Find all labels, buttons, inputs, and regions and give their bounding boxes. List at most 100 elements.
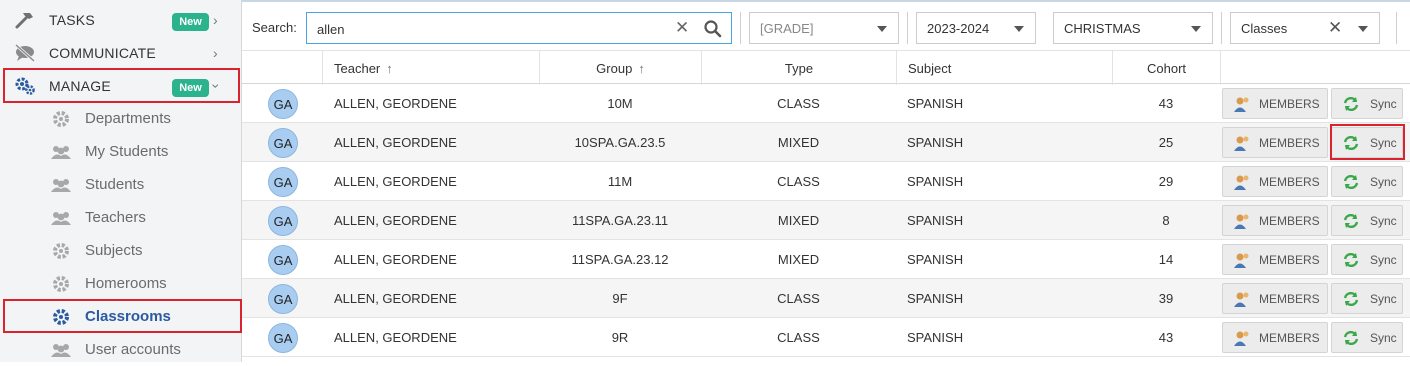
caret-down-icon [1014,26,1024,32]
members-button[interactable]: MEMBERS [1222,205,1328,236]
avatar: GA [268,89,298,119]
type-select[interactable]: Classes ✕ [1230,12,1380,44]
header-cohort-label: Cohort [1146,60,1187,76]
subject-cell: SPANISH [907,251,964,267]
cohort-cell: 25 [1158,134,1174,150]
teacher-cell: ALLEN, GEORDENE [334,212,457,228]
sidebar-item-user-accounts[interactable]: User accounts [0,333,240,366]
nav-tasks-label: TASKS [49,11,95,28]
users-icon [51,212,71,225]
avatar: GA [268,323,298,353]
new-badge: New [172,13,209,31]
cohort-cell: 43 [1158,329,1174,345]
members-button[interactable]: MEMBERS [1222,283,1328,314]
table-row[interactable]: GA ALLEN, GEORDENE 11SPA.GA.23.11 MIXED … [242,201,1410,240]
cohort-cell: 8 [1162,212,1170,228]
header-group-label: Group [596,60,633,76]
members-button[interactable]: MEMBERS [1222,244,1328,275]
header-type[interactable]: Type [701,51,896,85]
chevron-right-icon: › [213,45,218,61]
highlight-box [1330,124,1405,160]
grade-select[interactable]: [GRADE] [749,12,899,44]
subject-cell: SPANISH [907,329,964,345]
sidebar-item-departments[interactable]: Departments [0,102,240,135]
table-row[interactable]: GA ALLEN, GEORDENE 9R CLASS SPANISH 43 M… [242,318,1410,357]
sync-button[interactable]: Sync [1331,322,1403,353]
nav-tasks[interactable]: TASKS New › [0,3,240,36]
sidebar-item-subjects[interactable]: Subjects [0,234,240,267]
sidebar-item-my-students[interactable]: My Students [0,135,240,168]
sidebar: TASKS New › COMMUNICATE › MANAGE New › D… [0,0,242,362]
header-group[interactable]: Group ↑ [539,51,701,85]
members-icon [1234,253,1249,268]
highlight-box [3,299,242,333]
gear-icon [53,111,69,127]
nav-communicate[interactable]: COMMUNICATE › [0,36,240,69]
members-button[interactable]: MEMBERS [1222,322,1328,353]
header-teacher-label: Teacher [334,60,381,76]
sync-button[interactable]: Sync [1331,88,1403,119]
sync-button[interactable]: Sync [1331,283,1403,314]
year-select[interactable]: 2023-2024 [916,12,1036,44]
search-input[interactable] [317,19,657,39]
sync-button[interactable]: Sync [1331,205,1403,236]
term-select-value: CHRISTMAS [1064,21,1141,36]
sidebar-item-label: Teachers [85,209,146,226]
sync-button[interactable]: Sync [1331,166,1403,197]
sidebar-item-students[interactable]: Students [0,168,240,201]
teacher-cell: ALLEN, GEORDENE [334,134,457,150]
header-teacher[interactable]: Teacher ↑ [322,51,539,85]
table-row[interactable]: GA ALLEN, GEORDENE 9F CLASS SPANISH 39 M… [242,279,1410,318]
teacher-cell: ALLEN, GEORDENE [334,173,457,189]
table-header: Teacher ↑ Group ↑ Type Subject Cohort [242,50,1410,85]
members-icon [1234,97,1249,112]
header-cohort[interactable]: Cohort [1112,51,1220,85]
sync-label: Sync [1370,96,1397,111]
grade-select-value: [GRADE] [760,21,814,36]
caret-down-icon [1191,26,1201,32]
sync-icon [1343,330,1359,345]
members-button[interactable]: MEMBERS [1222,88,1328,119]
clear-search-icon[interactable]: ✕ [675,18,689,38]
sync-button[interactable]: Sync [1331,244,1403,275]
subject-cell: SPANISH [907,134,964,150]
group-cell: 10M [607,95,633,111]
members-icon [1234,331,1249,346]
sidebar-item-label: User accounts [85,341,181,358]
term-select[interactable]: CHRISTMAS [1053,12,1213,44]
table-row[interactable]: GA ALLEN, GEORDENE 10M CLASS SPANISH 43 … [242,84,1410,123]
type-cell: MIXED [777,251,820,267]
table-row[interactable]: GA ALLEN, GEORDENE 11M CLASS SPANISH 29 … [242,162,1410,201]
group-cell: 9F [612,290,628,306]
year-select-value: 2023-2024 [927,21,990,36]
members-icon [1234,175,1249,190]
sidebar-item-homerooms[interactable]: Homerooms [0,267,240,300]
group-cell: 9R [611,329,629,345]
sidebar-item-teachers[interactable]: Teachers [0,201,240,234]
users-icon [51,146,71,159]
search-icon[interactable] [703,19,723,39]
type-cell: CLASS [777,290,820,306]
search-label: Search: [252,20,297,35]
sidebar-item-label: Subjects [85,242,143,259]
clear-type-icon[interactable]: ✕ [1328,18,1342,38]
divider [907,12,908,44]
search-box[interactable]: ✕ [306,12,732,44]
members-button[interactable]: MEMBERS [1222,166,1328,197]
members-icon [1234,136,1249,151]
teacher-cell: ALLEN, GEORDENE [334,251,457,267]
sidebar-item-label: Departments [85,110,171,127]
avatar: GA [268,245,298,275]
members-button[interactable]: MEMBERS [1222,127,1328,158]
sort-asc-icon: ↑ [386,60,393,76]
hammer-icon [15,13,33,29]
cohort-cell: 39 [1158,290,1174,306]
members-label: MEMBERS [1259,330,1320,345]
type-cell: CLASS [777,329,820,345]
table-row[interactable]: GA ALLEN, GEORDENE 10SPA.GA.23.5 MIXED S… [242,123,1410,162]
nav-communicate-label: COMMUNICATE [49,44,156,61]
sync-icon [1343,96,1359,111]
avatar: GA [268,284,298,314]
table-row[interactable]: GA ALLEN, GEORDENE 11SPA.GA.23.12 MIXED … [242,240,1410,279]
header-subject[interactable]: Subject [896,51,1112,85]
